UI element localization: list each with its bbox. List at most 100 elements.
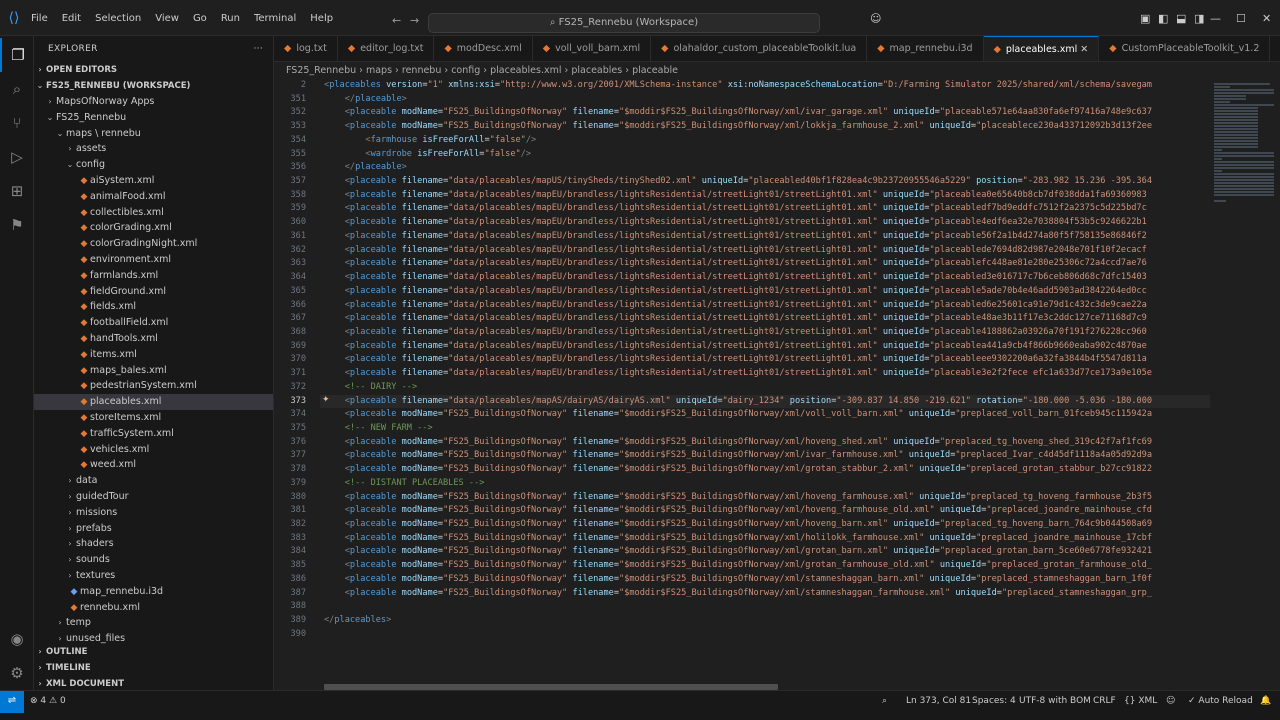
menu-go[interactable]: Go [186, 13, 214, 24]
code-line[interactable]: <wardrobe isFreeForAll="false"/> [324, 148, 1214, 162]
folder-item[interactable]: ⌄ config [34, 157, 273, 173]
bookmark-icon[interactable]: ⚑ [0, 208, 34, 242]
code-line[interactable]: <!-- DAIRY --> [324, 381, 1214, 395]
code-line[interactable]: <placeable filename="data/placeables/map… [320, 394, 1210, 409]
code-line[interactable] [324, 628, 1214, 642]
menu-run[interactable]: Run [214, 13, 247, 24]
tab-voll-voll-barn-xml[interactable]: ◆ voll_voll_barn.xml [533, 36, 652, 61]
file-item[interactable]: ◆ placeables.xml [34, 394, 273, 411]
code-line[interactable] [324, 600, 1214, 614]
code-line[interactable]: <placeable modName="FS25_BuildingsOfNorw… [324, 587, 1214, 601]
file-item[interactable]: ◆ fieldGround.xml [34, 284, 273, 300]
file-item[interactable]: ◆ colorGradingNight.xml [34, 236, 273, 252]
close-tab-icon[interactable]: ✕ [1077, 44, 1088, 55]
run-debug-icon[interactable]: ▷ [0, 140, 34, 174]
code-line[interactable]: <placeable modName="FS25_BuildingsOfNorw… [324, 491, 1214, 505]
code-line[interactable]: <placeable modName="FS25_BuildingsOfNorw… [324, 436, 1214, 450]
file-item[interactable]: ◆ weed.xml [34, 457, 273, 473]
code-editor[interactable]: 2 <placeables version="1" xmlns:xsi="http… [274, 79, 1214, 690]
menu-selection[interactable]: Selection [88, 13, 148, 24]
breadcrumb-item[interactable]: config [451, 65, 480, 76]
code-line[interactable]: <placeable filename="data/placeables/map… [324, 271, 1214, 285]
section-outline[interactable]: › OUTLINE [34, 644, 273, 660]
code-line[interactable]: <placeable filename="data/placeables/map… [324, 244, 1214, 258]
code-line[interactable]: <placeable modName="FS25_BuildingsOfNorw… [324, 463, 1214, 477]
section-workspace[interactable]: ⌄ FS25_RENNEBU (WORKSPACE) [34, 78, 273, 94]
breadcrumb-item[interactable]: placeables.xml [490, 65, 561, 76]
explorer-icon[interactable]: ❐ [0, 38, 34, 72]
folder-item[interactable]: › textures [34, 568, 273, 584]
minimize-icon[interactable]: — [1210, 12, 1221, 25]
folder-item[interactable]: › sounds [34, 552, 273, 568]
folder-item[interactable]: › missions [34, 505, 273, 521]
file-item[interactable]: ◆ farmlands.xml [34, 268, 273, 284]
extensions-icon[interactable]: ⊞ [0, 174, 34, 208]
code-line[interactable]: <placeable modName="FS25_BuildingsOfNorw… [324, 120, 1214, 134]
code-line[interactable]: </placeable> [324, 161, 1214, 175]
minimap[interactable] [1214, 79, 1280, 690]
section-timeline[interactable]: › TIMELINE [34, 660, 273, 676]
language-mode[interactable]: {} XML [1124, 696, 1157, 706]
tab-olahaldor-custom-placeabletoolkit-lua[interactable]: ◆ olahaldor_custom_placeableToolkit.lua [651, 36, 868, 61]
file-item[interactable]: ◆ vehicles.xml [34, 442, 273, 458]
toggle-panel-icon[interactable]: ⬓ [1176, 12, 1186, 25]
tab-customplaceabletoolkit-v1-2[interactable]: ◆ CustomPlaceableToolkit_v1.2 [1099, 36, 1271, 61]
auto-reload[interactable]: ✓ Auto Reload [1188, 696, 1253, 706]
encoding[interactable]: UTF-8 with BOM [1019, 696, 1091, 706]
tab-moddesc-xml[interactable]: ◆ modDesc.xml [434, 36, 533, 61]
tab-map-rennebu-i3d[interactable]: ◆ map_rennebu.i3d [867, 36, 984, 61]
code-line[interactable]: <placeable filename="data/placeables/map… [324, 299, 1214, 313]
account-icon[interactable]: ◉ [0, 622, 34, 656]
code-line[interactable]: <!-- DISTANT PLACEABLES --> [324, 477, 1214, 491]
code-line[interactable]: <placeable filename="data/placeables/map… [324, 230, 1214, 244]
folder-item[interactable]: › temp [34, 615, 273, 631]
code-line[interactable]: </placeable> [324, 93, 1214, 107]
code-line[interactable]: <placeable modName="FS25_BuildingsOfNorw… [324, 408, 1214, 422]
folder-item[interactable]: › data [34, 473, 273, 489]
remote-indicator-icon[interactable]: ⇌ [0, 691, 24, 713]
layout-icon[interactable]: ▣ [1140, 12, 1150, 25]
code-line[interactable]: <placeables version="1" xmlns:xsi="http:… [324, 79, 1214, 93]
code-line[interactable]: <placeable modName="FS25_BuildingsOfNorw… [324, 532, 1214, 546]
problems-indicator[interactable]: ⊗ 4 ⚠ 0 [30, 696, 66, 706]
file-item[interactable]: ◆ map_rennebu.i3d [34, 584, 273, 600]
copilot-status-icon[interactable]: ☺ [1166, 696, 1175, 706]
code-line[interactable]: <placeable modName="FS25_BuildingsOfNorw… [324, 449, 1214, 463]
menu-terminal[interactable]: Terminal [247, 13, 303, 24]
file-item[interactable]: ◆ animalFood.xml [34, 189, 273, 205]
code-line[interactable]: <placeable filename="data/placeables/map… [324, 285, 1214, 299]
code-line[interactable]: <placeable filename="data/placeables/map… [324, 367, 1214, 381]
code-line[interactable]: <placeable modName="FS25_BuildingsOfNorw… [324, 559, 1214, 573]
file-item[interactable]: ◆ fields.xml [34, 299, 273, 315]
file-item[interactable]: ◆ maps_bales.xml [34, 363, 273, 379]
lightbulb-icon[interactable]: ✦ [322, 395, 330, 405]
indentation[interactable]: Spaces: 4 [972, 696, 1016, 706]
breadcrumb-item[interactable]: placeable [632, 65, 678, 76]
search-view-icon[interactable]: ⌕ [0, 72, 34, 106]
section-xml-document[interactable]: › XML DOCUMENT [34, 676, 273, 690]
tab-editor-log-txt[interactable]: ◆ editor_log.txt [338, 36, 435, 61]
code-line[interactable]: <farmhouse isFreeForAll="false"/> [324, 134, 1214, 148]
code-line[interactable]: <placeable filename="data/placeables/map… [324, 312, 1214, 326]
file-item[interactable]: ◆ footballField.xml [34, 315, 273, 331]
code-line[interactable]: <!-- NEW FARM --> [324, 422, 1214, 436]
code-line[interactable]: <placeable modName="FS25_BuildingsOfNorw… [324, 545, 1214, 559]
code-line[interactable]: <placeable filename="data/placeables/map… [324, 257, 1214, 271]
code-line[interactable]: <placeable filename="data/placeables/map… [324, 189, 1214, 203]
folder-item[interactable]: › MapsOfNorway Apps [34, 94, 273, 110]
code-line[interactable]: <placeable filename="data/placeables/map… [324, 353, 1214, 367]
section-open-editors[interactable]: › OPEN EDITORS [34, 62, 273, 78]
file-item[interactable]: ◆ handTools.xml [34, 331, 273, 347]
menu-edit[interactable]: Edit [55, 13, 88, 24]
toggle-sidebar-icon[interactable]: ◧ [1158, 12, 1168, 25]
toggle-secondary-sidebar-icon[interactable]: ◨ [1194, 12, 1204, 25]
zoom-icon[interactable]: ⌕ [882, 696, 887, 706]
breadcrumb-item[interactable]: maps [366, 65, 392, 76]
code-line[interactable]: <placeable filename="data/placeables/map… [324, 202, 1214, 216]
code-line[interactable]: <placeable modName="FS25_BuildingsOfNorw… [324, 518, 1214, 532]
breadcrumb-item[interactable]: rennebu [402, 65, 441, 76]
code-line[interactable]: <placeable modName="FS25_BuildingsOfNorw… [324, 573, 1214, 587]
command-center-search[interactable]: ⌕ FS25_Rennebu (Workspace) [428, 13, 820, 33]
file-item[interactable]: ◆ storeItems.xml [34, 410, 273, 426]
breadcrumb-item[interactable]: FS25_Rennebu [286, 65, 356, 76]
